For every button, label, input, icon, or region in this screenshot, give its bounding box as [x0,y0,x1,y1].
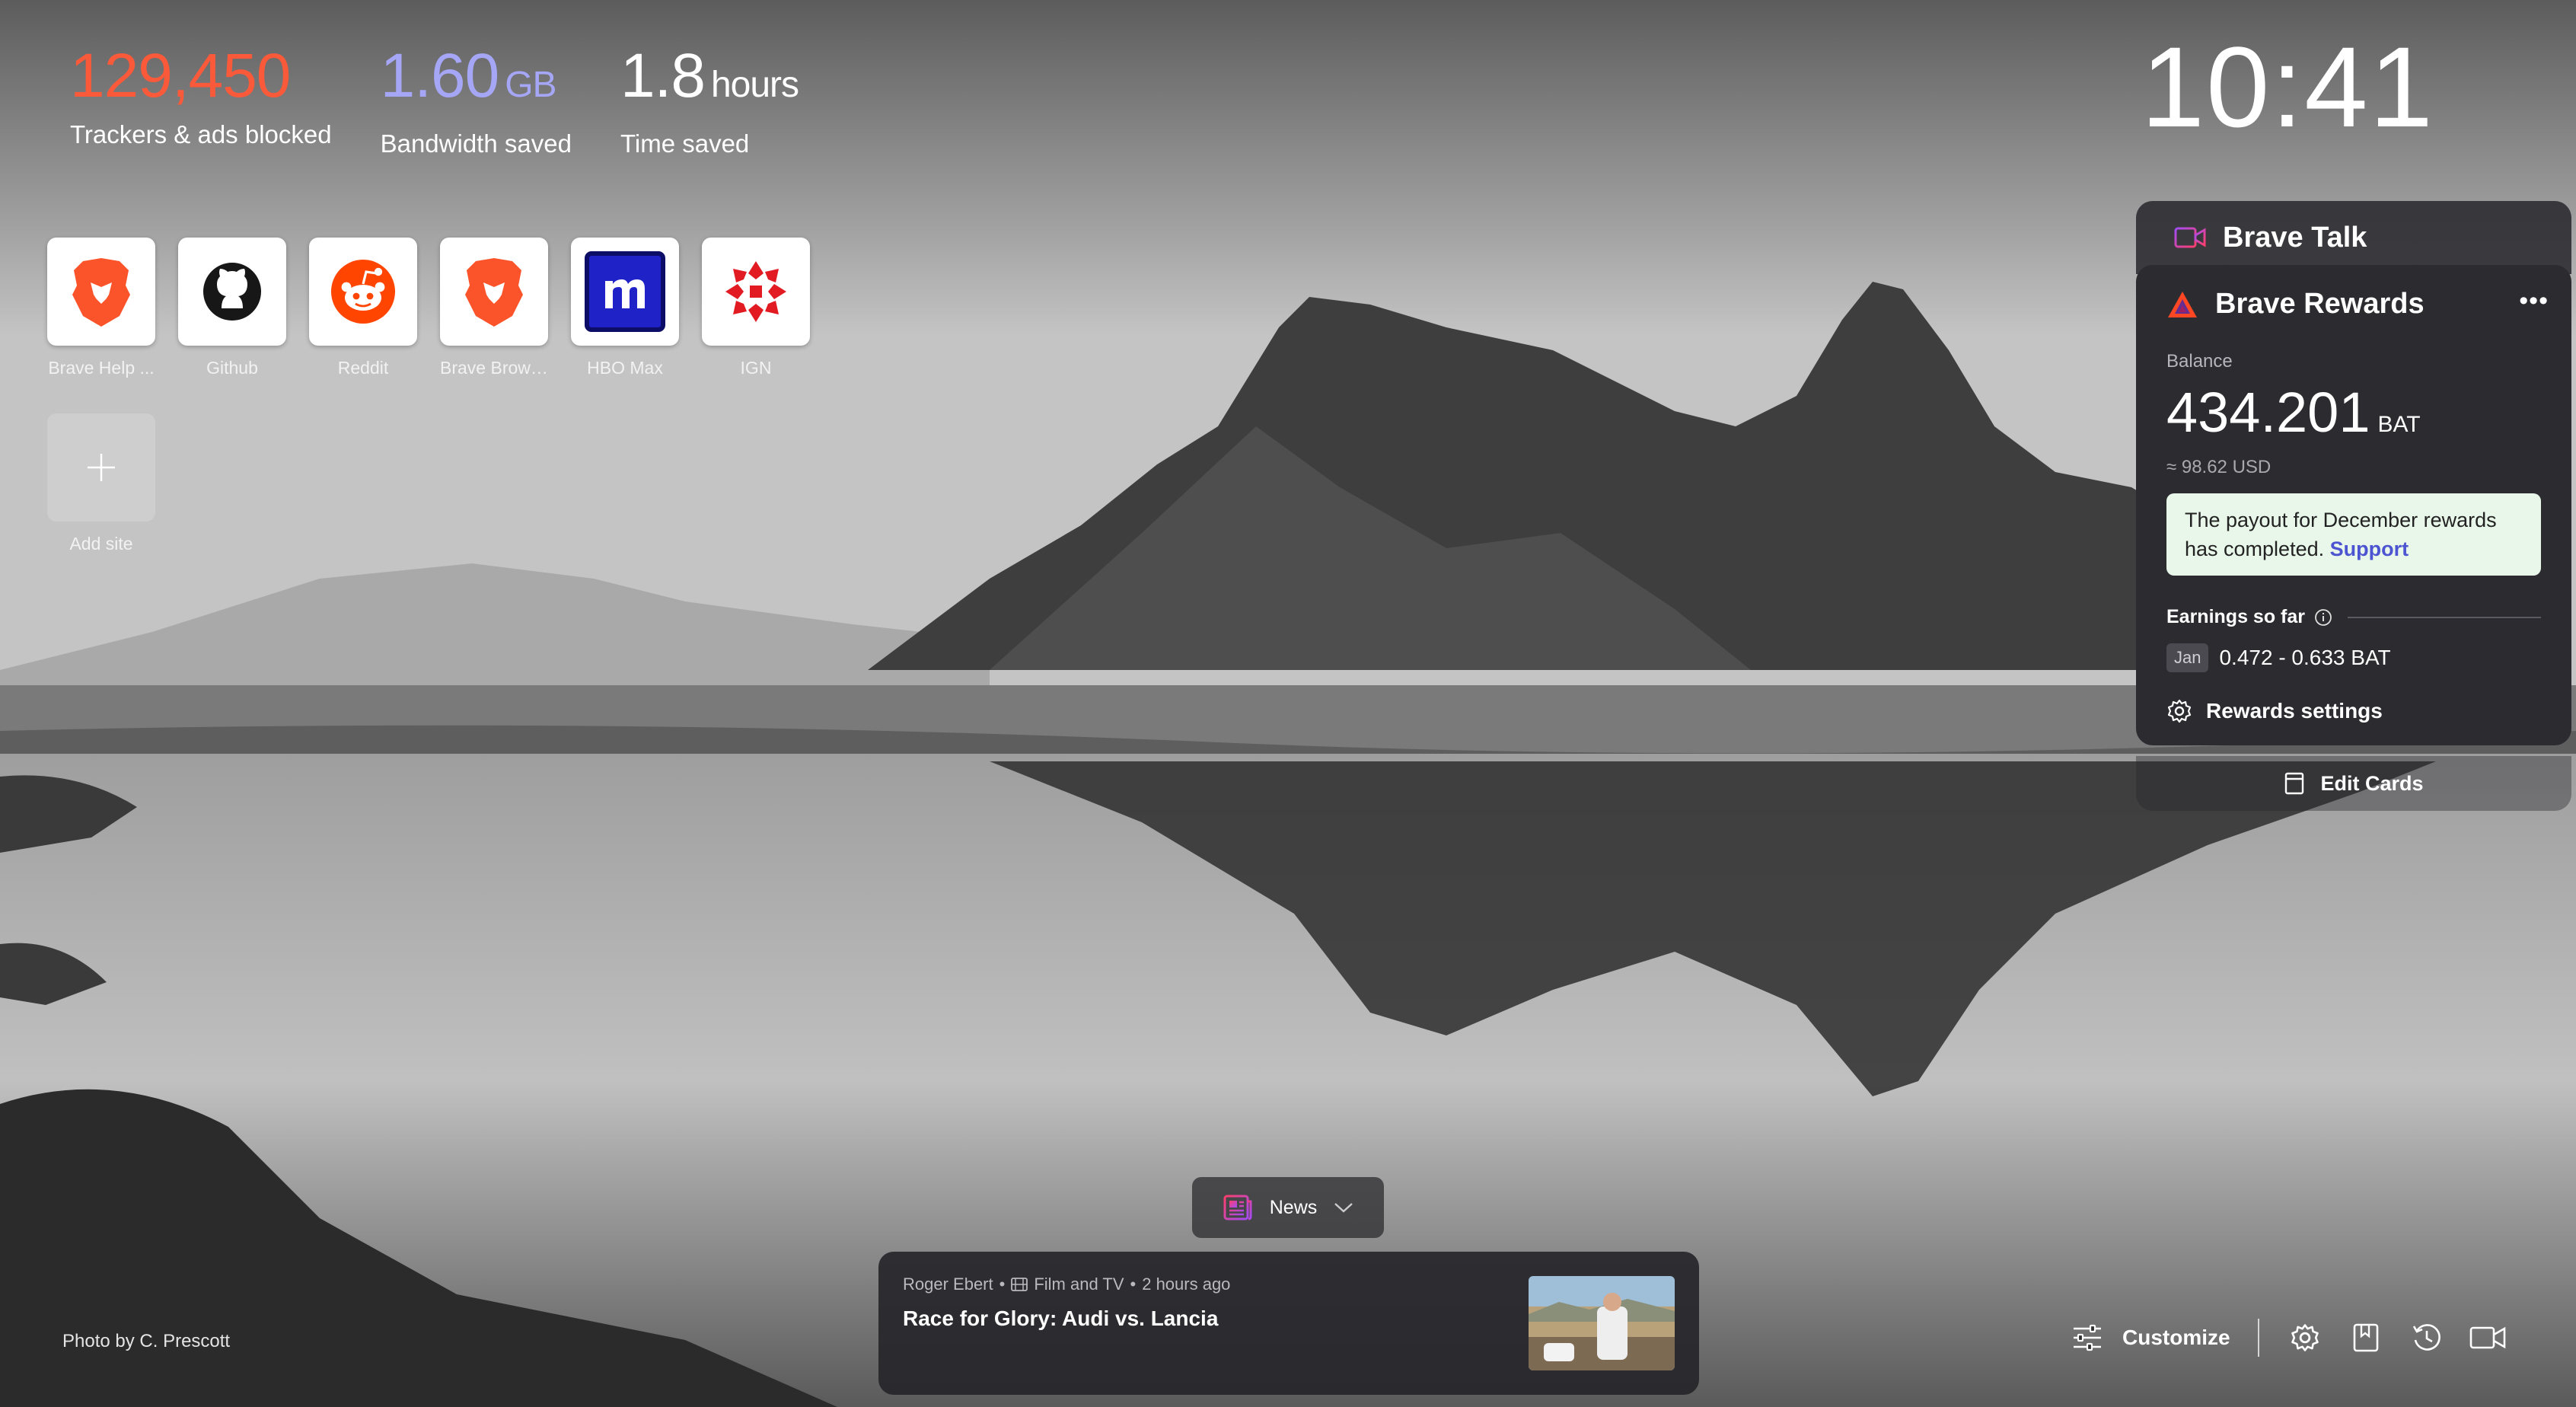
reddit-icon [331,260,395,324]
bottom-toolbar: Customize [2072,1319,2506,1357]
brave-lion-icon [72,258,130,327]
stat-trackers-blocked: 129,450 Trackers & ads blocked [70,40,332,158]
plus-icon [88,454,115,481]
rewards-settings-button[interactable]: Rewards settings [2166,698,2541,724]
hbo-max-icon [585,251,665,332]
rewards-settings-label: Rewards settings [2206,699,2383,723]
video-camera-icon [2174,227,2206,248]
stat-unit: GB [505,65,556,105]
balance-label: Balance [2166,351,2233,372]
sliders-icon [2074,1324,2101,1351]
stat-value: 129,450 [70,41,291,110]
brave-rewards-title: Brave Rewards [2215,288,2425,320]
news-source: Roger Ebert [903,1275,993,1294]
stat-label: Bandwidth saved [380,129,572,158]
github-icon [203,263,261,321]
top-site-github[interactable]: Github [178,238,286,378]
video-camera-icon [2469,1326,2505,1349]
edit-cards-button[interactable]: Edit Cards [2136,756,2571,811]
edit-cards-label: Edit Cards [2320,771,2424,795]
stat-time-saved: 1.8 hours Time saved [620,40,799,158]
earnings-label: Earnings so far [2166,606,2305,627]
cards-panel: Brave Talk Brave Rewards ••• Balance 434… [2136,201,2571,811]
top-site-label: IGN [740,358,772,378]
clock: 10:41 [2141,23,2434,151]
stat-bandwidth-saved: 1.60 GB Bandwidth saved [381,40,572,158]
brave-lion-icon [465,258,523,327]
add-site-label: Add site [69,534,133,554]
news-age: 2 hours ago [1142,1275,1231,1294]
payout-notice: The payout for December rewards has comp… [2166,493,2541,576]
gear-icon [2291,1324,2319,1351]
customize-label: Customize [2122,1326,2230,1349]
top-site-brave-help[interactable]: Brave Help ... [47,238,155,378]
news-category: Film and TV [1034,1275,1124,1294]
top-site-label: Github [206,358,258,378]
top-site-label: Brave Help ... [48,358,155,378]
earnings-range: 0.472 - 0.633 BAT [2219,646,2391,669]
chevron-down-icon [1334,1203,1353,1213]
stat-label: Time saved [620,129,750,158]
stat-label: Trackers & ads blocked [70,120,332,148]
history-button[interactable] [2409,1319,2445,1356]
news-thumbnail [1529,1276,1675,1370]
top-site-brave-browser[interactable]: Brave Brows... [440,238,548,378]
settings-button[interactable] [2287,1319,2323,1356]
balance-unit: BAT [2377,412,2421,437]
top-site-label: HBO Max [587,358,663,378]
news-meta-separator: • [999,1275,1006,1294]
privacy-stats: 129,450 Trackers & ads blocked 1.60 GB Ba… [70,40,799,158]
stat-value: 1.8 [620,41,706,110]
top-site-hbo-max[interactable]: HBO Max [571,238,679,378]
earnings-divider [2348,616,2541,618]
news-card[interactable]: Roger Ebert • Film and TV • 2 hours ago … [878,1252,1699,1395]
balance-value: 434.201 [2166,381,2370,444]
brave-talk-title: Brave Talk [2223,221,2367,254]
add-site-button[interactable]: Add site [47,413,155,554]
news-label: News [1269,1196,1318,1218]
top-site-reddit[interactable]: Reddit [309,238,417,378]
top-site-label: Reddit [337,358,389,378]
info-icon[interactable] [2314,608,2332,627]
history-icon [2412,1324,2441,1351]
photo-credit[interactable]: Photo by C. Prescott [62,1331,230,1352]
top-sites: Brave Help ... Github Reddit Brave Brows… [47,238,839,554]
brave-talk-button[interactable] [2469,1319,2506,1356]
top-site-label: Brave Brows... [440,358,548,378]
news-title: Race for Glory: Audi vs. Lancia [903,1306,1219,1330]
stat-value: 1.60 [380,41,500,110]
customize-button[interactable]: Customize [2072,1324,2230,1351]
cards-icon [2285,772,2304,795]
more-options-icon[interactable]: ••• [2519,286,2549,316]
top-site-ign[interactable]: IGN [702,238,810,378]
balance-usd: ≈ 98.62 USD [2166,457,2272,477]
news-meta: Roger Ebert • Film and TV • 2 hours ago [903,1275,1230,1294]
support-link[interactable]: Support [2330,538,2409,560]
film-icon [1011,1278,1028,1291]
bat-triangle-icon [2168,291,2197,317]
news-toggle-button[interactable]: News [1192,1177,1384,1238]
bookmarks-button[interactable] [2348,1319,2384,1356]
gear-icon [2167,699,2192,723]
bookmark-icon [2353,1323,2378,1352]
ign-icon [725,261,786,322]
newspaper-icon [1223,1195,1252,1220]
brave-talk-card[interactable]: Brave Talk [2136,201,2571,274]
news-meta-separator: • [1130,1275,1137,1294]
toolbar-divider [2257,1319,2259,1357]
earnings-month-badge: Jan [2166,643,2209,672]
brave-rewards-card: Brave Rewards ••• Balance 434.201 BAT ≈ … [2136,265,2571,745]
stat-unit: hours [710,65,799,105]
